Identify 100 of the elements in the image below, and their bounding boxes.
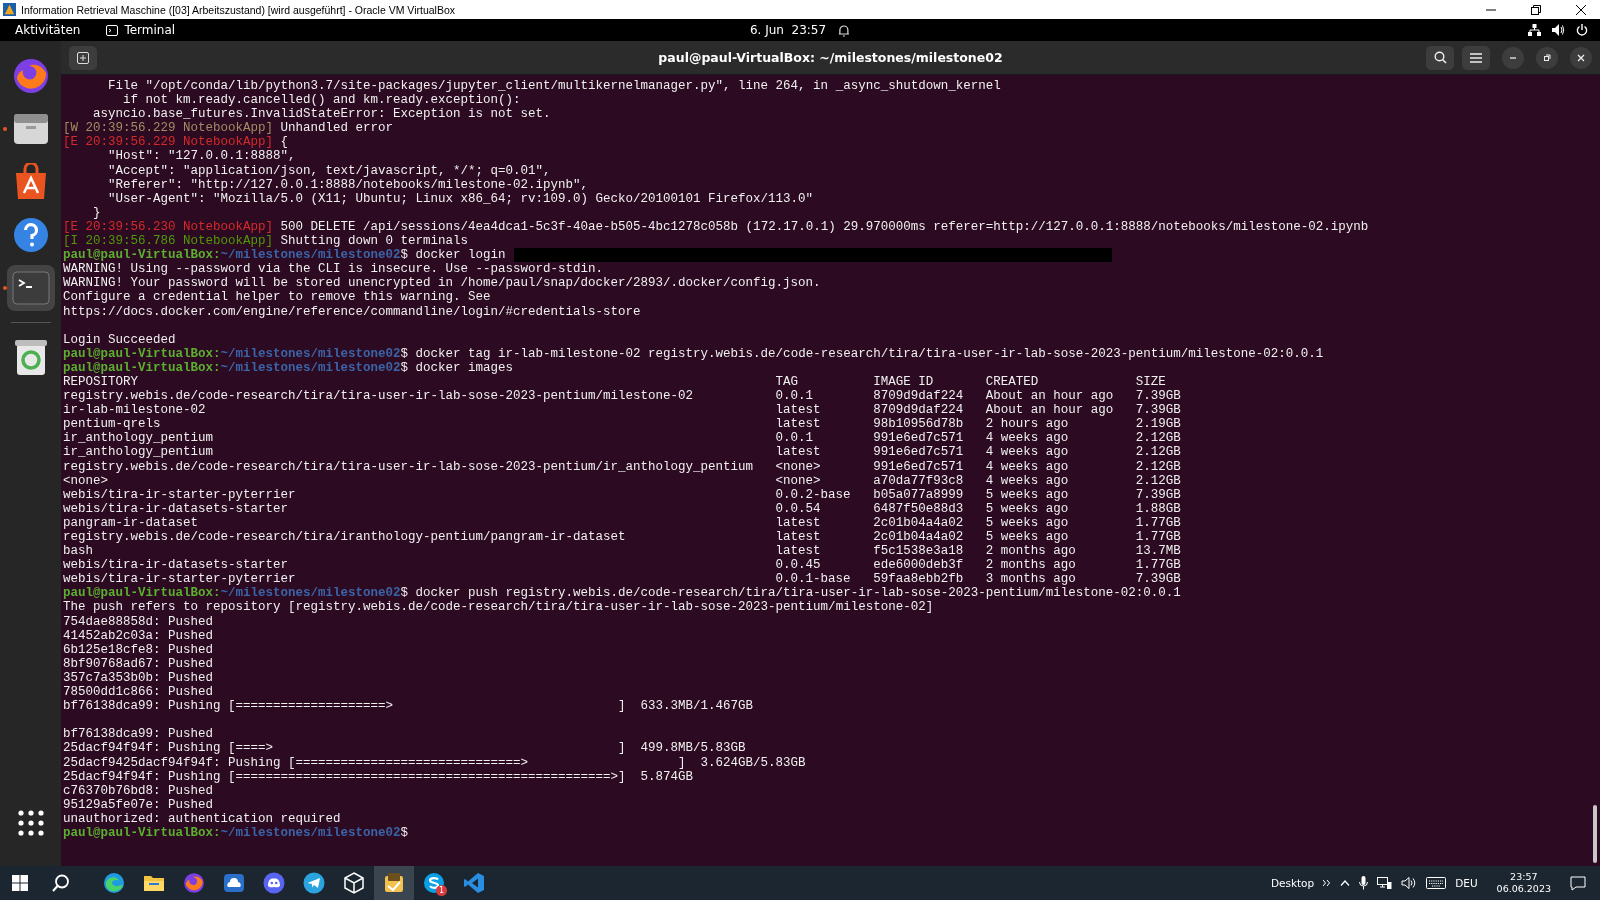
search-button[interactable] (1426, 45, 1454, 70)
windows-start-icon[interactable] (12, 875, 28, 891)
table-cell-text: 8709d9daf224 (873, 389, 965, 404)
menu-button[interactable] (1462, 45, 1490, 70)
terminal-title: paul@paul-VirtualBox: ~/milestones/milestone02 (658, 50, 1003, 65)
progress-line: 25dacf9425dacf94f94f: Pushing [==============================> ] 3.624GB/5.83GB (63, 755, 806, 770)
terminal-line: Login Succeeded (63, 332, 176, 347)
table-cell-text: 0.0.1 (775, 431, 815, 446)
taskbar-app[interactable]: 1 (414, 866, 454, 900)
scrollbar[interactable] (1593, 805, 1597, 863)
progress-line: 25dacf94f94f: Pushing [==================================================>] 5.874GB (63, 769, 694, 784)
terminal-line: "Accept": "application/json, text/javascript, */*; q=0.01", (107, 163, 551, 178)
table-cell-text: About an hour ago (985, 389, 1115, 404)
menu-icon (1470, 52, 1482, 63)
microphone-icon[interactable] (1359, 876, 1369, 890)
clock[interactable]: 6. Jun 23:57 (749, 23, 827, 37)
code-editor-icon (463, 872, 485, 894)
prompt-line: paul@paul-VirtualBox:~/milestones/milestone02$ docker tag ir-lab-milestone-02 registry.webis.de/code-research/tira/tira-user-ir-lab-sose-2023-pentium/milestone-02:0.0.1 (63, 346, 1324, 361)
search-icon[interactable] (52, 874, 70, 892)
taskbar-app[interactable] (374, 866, 414, 900)
notification-icon[interactable] (1570, 875, 1586, 891)
table-cell-text: 5 weeks ago (985, 515, 1070, 530)
close-button[interactable] (1570, 46, 1592, 69)
app-menu[interactable]: Terminal (106, 23, 176, 37)
taskbar-date[interactable]: 06.06.2023 (1496, 883, 1551, 895)
taskbar-time[interactable]: 23:57 (1510, 871, 1538, 883)
table-cell-text: 0.0.2-base (775, 487, 852, 502)
window-title: Information Retrieval Maschine ([03] Arbeitszustand) [wird ausgeführt] - Oracle VM VirtualBox (21, 3, 455, 16)
terminal-line: Configure a credential helper to remove this warning. See (63, 290, 491, 305)
volume-icon[interactable] (1552, 24, 1565, 36)
terminal-line: "Referer": "http://127.0.0.1:8888/notebooks/milestone-02.ipynb", (107, 177, 589, 192)
table-cell-text: 2c01b04a4a02 (873, 515, 965, 530)
table-cell-text: 991e6ed7c571 (873, 431, 965, 446)
log-tag: [W 20:39:56.229 NotebookApp] (63, 121, 274, 136)
terminal-output[interactable] (61, 75, 1600, 866)
close-icon[interactable] (1576, 4, 1586, 15)
table-cell-text: bash (63, 544, 94, 559)
network-icon[interactable] (1377, 876, 1393, 890)
edge-swirl-icon (103, 872, 125, 894)
maximize-button[interactable] (1536, 46, 1558, 69)
bell-icon[interactable] (838, 23, 851, 37)
table-cell-text: latest (775, 445, 822, 460)
table-cell-text: registry.webis.de/code-research/tira/tira-user-ir-lab-sose-2023-pentium/milestone-02 (63, 389, 695, 404)
table-cell-text: latest (775, 417, 822, 432)
table-cell-text: 1.88GB (1135, 501, 1182, 516)
network-icon[interactable] (1528, 24, 1541, 36)
table-cell-text: 991e6ed7c571 (873, 459, 965, 474)
new-tab-button[interactable] (69, 45, 97, 70)
notification-badge: 1 (436, 885, 447, 896)
table-cell-text: 4 weeks ago (985, 459, 1070, 474)
table-cell-text: 4 weeks ago (985, 473, 1070, 488)
chevron-icon[interactable] (1323, 879, 1332, 887)
table-cell-text: 0.0.54 (775, 501, 822, 516)
desktop-toolbar-label[interactable]: Desktop (1270, 877, 1315, 889)
table-cell-text: latest (775, 403, 822, 418)
restore-icon[interactable] (1531, 4, 1541, 15)
column-header: REPOSITORY (63, 374, 139, 390)
recycle-bin-icon (13, 338, 48, 376)
terminal-line: 41452ab2c03a: Pushed (63, 628, 214, 643)
column-header: CREATED (985, 374, 1040, 390)
folder-icon (143, 874, 165, 892)
app-window-icon (383, 872, 405, 894)
caret-up-icon[interactable] (1340, 880, 1351, 886)
table-cell-text: b05a077a8999 (873, 487, 965, 502)
table-cell-text: pentium-qrels (63, 417, 162, 432)
terminal-line: WARNING! Using --password via the CLI is insecure. Use --password-stdin. (63, 262, 604, 277)
table-cell-text: 7.39GB (1135, 389, 1182, 404)
terminal-line: if not km.ready.cancelled() and km.ready.exception(): (122, 93, 521, 108)
close-icon (1577, 53, 1585, 62)
app-grid-icon[interactable] (17, 810, 44, 836)
terminal-line: 6b125e18cfe8: Pushed (63, 642, 214, 657)
prompt-line: paul@paul-VirtualBox:~/milestones/milestone02$ docker images (63, 360, 514, 375)
table-cell-text: 2.12GB (1135, 473, 1182, 488)
terminal-line: File "/opt/conda/lib/python3.7/site-packages/jupyter_client/multikernelmanager.py", line 264, in _async_shutdown_kernel (107, 79, 1001, 94)
power-icon[interactable] (1576, 24, 1588, 36)
table-cell-text: 13.7MB (1135, 544, 1182, 559)
log-message: 500 DELETE /api/sessions/4ea4dca1-5c3f-40ae-b505-4bc1278c058b (172.17.0.1) 29.970000ms referer=http://127.0.0.1:8888/notebooks/milestone-02.ipynb (280, 219, 1369, 235)
input-language[interactable]: DEU (1455, 877, 1478, 889)
speaker-icon[interactable] (1401, 876, 1418, 890)
table-cell-text: 2 months ago (985, 544, 1077, 559)
table-cell-text: 7.39GB (1135, 572, 1182, 587)
table-cell-text: webis/tira-ir-starter-pyterrier (63, 572, 297, 587)
table-cell-text: 7.39GB (1135, 487, 1182, 502)
table-cell-text: latest (775, 544, 822, 559)
terminal-line: 95129a5fe07e: Pushed (63, 797, 214, 812)
table-cell-text: 6487f50e88d3 (873, 501, 965, 516)
terminal-line: WARNING! Your password will be stored unencrypted in /home/paul/snap/docker/2893/.docker/config.json. (63, 276, 821, 291)
log-tag: [E 20:39:56.229 NotebookApp] (63, 135, 274, 150)
table-cell-text: 7.39GB (1135, 403, 1182, 418)
table-cell-text: webis/tira-ir-starter-pyterrier (63, 487, 297, 502)
activities-button[interactable]: Aktivitäten (15, 23, 81, 37)
table-cell-text: ir_anthology_pentium (63, 445, 215, 460)
keyboard-icon[interactable] (1426, 877, 1447, 889)
log-message: { (280, 135, 289, 150)
terminal-line: unauthorized: authentication required (63, 811, 341, 826)
table-cell-text: 0.0.45 (775, 558, 822, 573)
prompt-line: paul@paul-VirtualBox:~/milestones/milestone02$ (63, 825, 409, 841)
terminal-line: "Host": "127.0.0.1:8888", (107, 149, 296, 164)
minimize-button[interactable] (1502, 46, 1524, 69)
table-cell-text: About an hour ago (985, 403, 1115, 418)
